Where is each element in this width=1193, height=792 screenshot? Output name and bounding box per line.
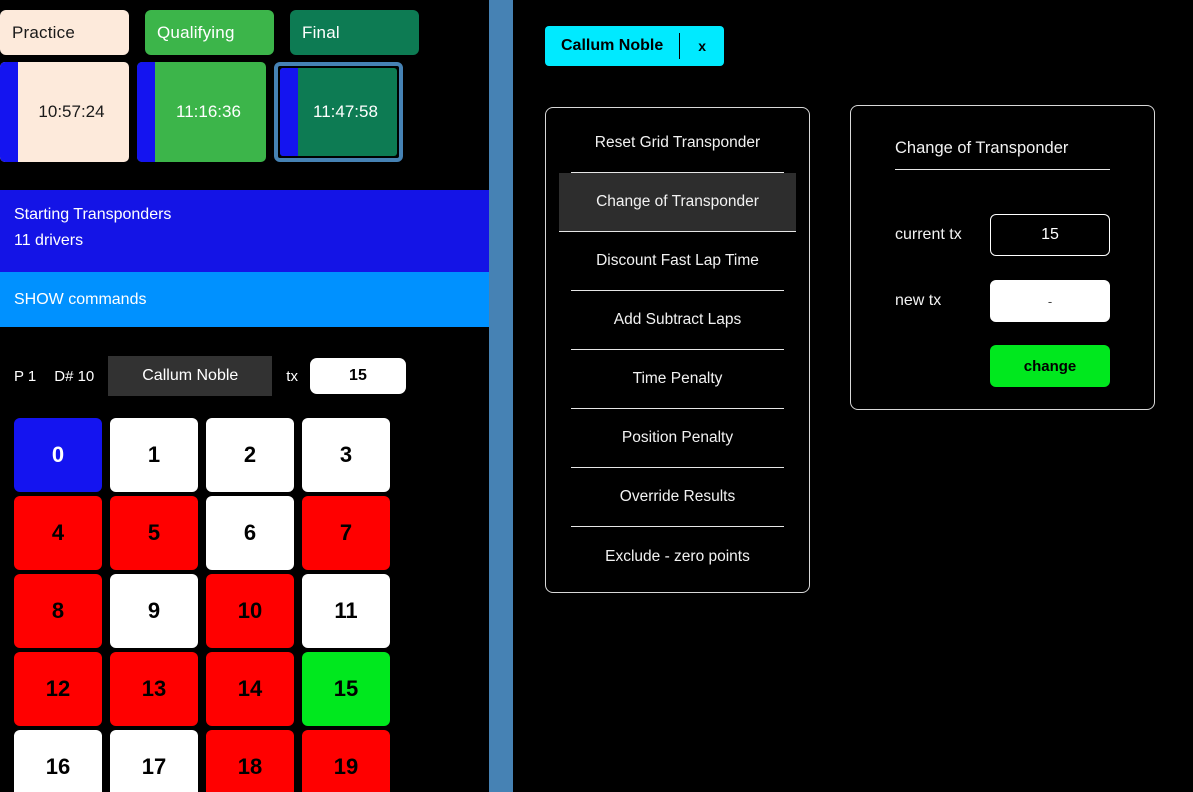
driver-position: P 1	[14, 367, 37, 385]
commands-panel: Reset Grid Transponder Change of Transpon…	[545, 107, 810, 593]
driver-name-button[interactable]: Callum Noble	[108, 356, 273, 396]
session-card-time: 11:47:58	[313, 102, 378, 121]
starting-transponders-banner[interactable]: Starting Transponders 11 drivers	[0, 190, 489, 272]
session-tab-final[interactable]: Final	[290, 10, 419, 55]
current-tx-label: current tx	[895, 226, 962, 243]
session-tab-label: Practice	[12, 22, 76, 42]
transponder-cell-5[interactable]: 5	[110, 496, 198, 570]
transponder-cell-19[interactable]: 19	[302, 730, 390, 792]
transponder-cell-0[interactable]: 0	[14, 418, 102, 492]
command-item-exclude-zero-points[interactable]: Exclude - zero points	[571, 527, 784, 586]
selected-driver-chip[interactable]: Callum Noble x	[545, 26, 725, 66]
session-card-accent-bar	[280, 68, 298, 156]
form-divider	[895, 169, 1110, 170]
close-icon[interactable]: x	[680, 38, 724, 54]
right-pane: Callum Noble x Reset Grid Transponder Cha…	[513, 0, 1193, 792]
transponder-cell-10[interactable]: 10	[206, 574, 294, 648]
transponder-cell-15[interactable]: 15	[302, 652, 390, 726]
session-card-time: 11:16:36	[176, 102, 241, 121]
starting-transponders-count: 11 drivers	[14, 232, 84, 249]
session-card-final[interactable]: 11:47:58	[280, 68, 397, 156]
current-tx-field: 15	[990, 214, 1110, 256]
form-title: Change of Transponder	[895, 139, 1069, 157]
pane-divider[interactable]	[489, 0, 513, 792]
session-card-time: 10:57:24	[38, 102, 105, 121]
transponder-grid: 0 1 2 3 4 5 6 7 8 9 10 11 12 13 14 15 16 17 18 19	[14, 418, 414, 792]
transponder-cell-9[interactable]: 9	[110, 574, 198, 648]
session-tab-label: Final	[302, 22, 340, 42]
session-card-practice[interactable]: 10:57:24	[0, 62, 129, 162]
left-pane: Practice Qualifying Final 10:57:24 11:16:36…	[0, 0, 489, 792]
starting-transponders-title: Starting Transponders	[14, 206, 172, 223]
transponder-cell-7[interactable]: 7	[302, 496, 390, 570]
change-transponder-form: Change of Transponder current tx 15 new …	[850, 105, 1155, 410]
new-tx-label: new tx	[895, 292, 942, 309]
command-item-change-of-transponder[interactable]: Change of Transponder	[559, 173, 796, 232]
new-tx-row: new tx -	[895, 279, 1120, 323]
command-item-reset-grid-transponder[interactable]: Reset Grid Transponder	[571, 114, 784, 173]
session-card-slot-final: 11:47:58	[274, 62, 403, 162]
transponder-cell-1[interactable]: 1	[110, 418, 198, 492]
command-item-discount-fast-lap-time[interactable]: Discount Fast Lap Time	[571, 232, 784, 291]
driver-row: P 1 D# 10 Callum Noble tx 15	[0, 355, 489, 397]
transponder-cell-8[interactable]: 8	[14, 574, 102, 648]
driver-tx-label: tx	[286, 367, 298, 385]
session-tab-practice[interactable]: Practice	[0, 10, 129, 55]
selected-driver-name: Callum Noble	[561, 37, 664, 54]
change-button[interactable]: change	[990, 345, 1110, 387]
transponder-cell-18[interactable]: 18	[206, 730, 294, 792]
transponder-cell-3[interactable]: 3	[302, 418, 390, 492]
transponder-cell-13[interactable]: 13	[110, 652, 198, 726]
session-card-accent-bar	[0, 62, 18, 162]
session-card-slot-qualifying: 11:16:36	[137, 62, 266, 162]
transponder-cell-6[interactable]: 6	[206, 496, 294, 570]
command-item-time-penalty[interactable]: Time Penalty	[571, 350, 784, 409]
session-card-slot-practice: 10:57:24	[0, 62, 129, 162]
session-card-accent-bar	[137, 62, 155, 162]
session-tab-row: Practice Qualifying Final	[0, 10, 489, 58]
show-commands-banner[interactable]: SHOW commands	[0, 272, 489, 327]
transponder-cell-11[interactable]: 11	[302, 574, 390, 648]
transponder-cell-2[interactable]: 2	[206, 418, 294, 492]
current-tx-row: current tx 15	[895, 213, 1120, 257]
command-item-override-results[interactable]: Override Results	[571, 468, 784, 527]
session-card-row: 10:57:24 11:16:36 11:47:58	[0, 62, 489, 164]
transponder-cell-17[interactable]: 17	[110, 730, 198, 792]
show-commands-label: SHOW commands	[14, 290, 147, 308]
transponder-cell-14[interactable]: 14	[206, 652, 294, 726]
driver-number: D# 10	[54, 367, 95, 385]
command-item-position-penalty[interactable]: Position Penalty	[571, 409, 784, 468]
session-tab-label: Qualifying	[157, 22, 235, 42]
app-root: Practice Qualifying Final 10:57:24 11:16:36…	[0, 0, 1193, 792]
transponder-cell-4[interactable]: 4	[14, 496, 102, 570]
transponder-cell-12[interactable]: 12	[14, 652, 102, 726]
new-tx-input[interactable]: -	[990, 280, 1110, 322]
transponder-cell-16[interactable]: 16	[14, 730, 102, 792]
session-card-qualifying[interactable]: 11:16:36	[137, 62, 266, 162]
command-item-add-subtract-laps[interactable]: Add Subtract Laps	[571, 291, 784, 350]
session-tab-qualifying[interactable]: Qualifying	[145, 10, 274, 55]
driver-tx-value[interactable]: 15	[309, 358, 406, 394]
